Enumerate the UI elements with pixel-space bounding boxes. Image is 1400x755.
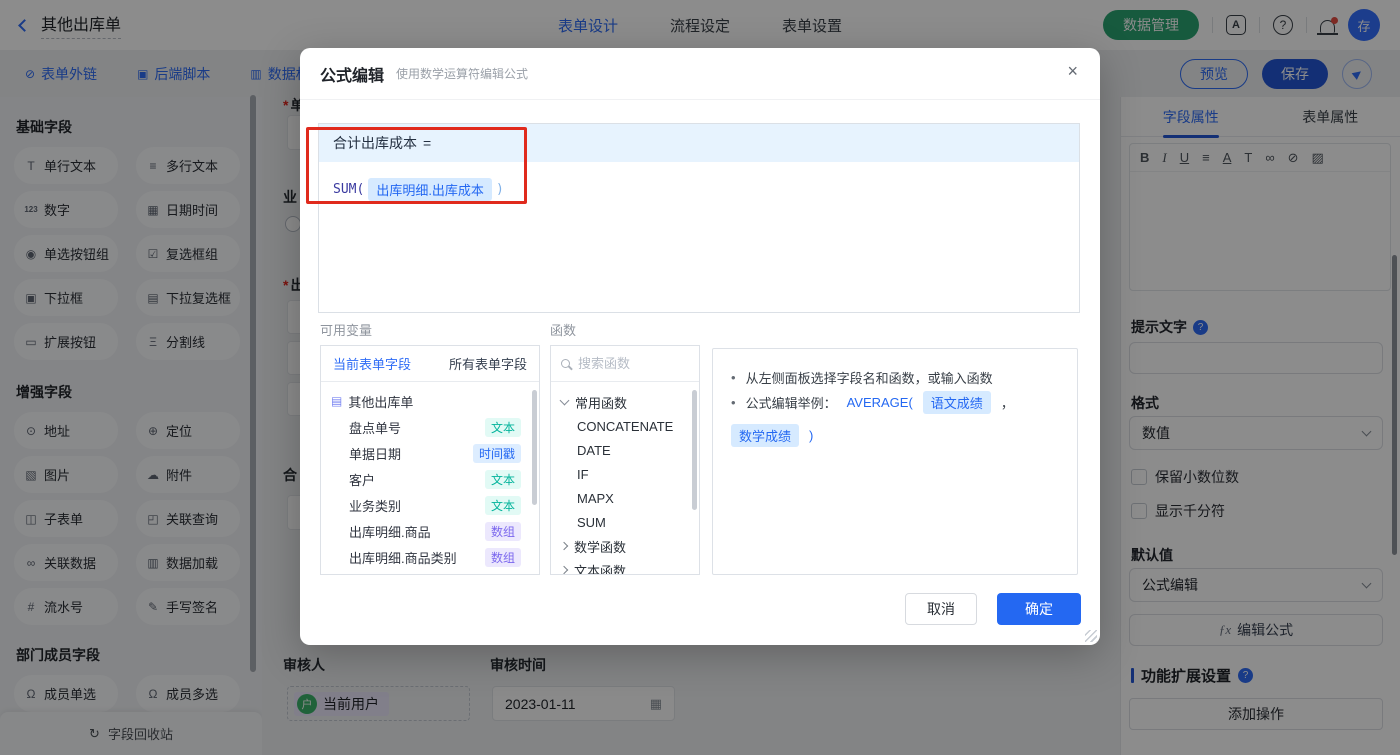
function-group-text[interactable]: 文本函数 bbox=[551, 558, 699, 575]
variable-name: 盘点单号 bbox=[349, 420, 402, 436]
formula-function-close: ) bbox=[495, 182, 504, 197]
function-item[interactable]: IF bbox=[551, 462, 699, 486]
function-name: IF bbox=[577, 466, 589, 482]
variables-scrollbar[interactable] bbox=[532, 390, 537, 505]
type-badge: 数组 bbox=[484, 547, 521, 567]
equals-sign: = bbox=[423, 135, 432, 151]
function-item[interactable]: SUM bbox=[551, 510, 699, 534]
example-function: AVERAGE( bbox=[846, 395, 913, 410]
variable-name: 出库明细.商品类别 bbox=[349, 550, 457, 566]
chevron-right-icon bbox=[559, 565, 569, 574]
variable-row[interactable]: 出库明细.商品类别 数组 bbox=[321, 544, 539, 570]
variable-name: 单据日期 bbox=[349, 446, 402, 462]
formula-help-panel: 从左侧面板选择字段名和函数，或输入函数 公式编辑举例：AVERAGE(语文成绩，… bbox=[712, 348, 1078, 575]
function-item[interactable]: DATE bbox=[551, 438, 699, 462]
group-label: 常用函数 bbox=[575, 395, 628, 411]
tree-root-row[interactable]: ▤ 其他出库单 bbox=[321, 388, 539, 414]
dialog-title: 公式编辑 bbox=[320, 67, 385, 85]
function-name: SUM bbox=[577, 514, 606, 530]
variables-panel: 当前表单字段 所有表单字段 ▤ 其他出库单 盘点单号 文本 单据日期 时间戳 客户文… bbox=[320, 345, 540, 575]
type-badge: 文本 bbox=[484, 417, 521, 437]
form-doc-icon: ▤ bbox=[331, 394, 343, 408]
variable-name: 客户 bbox=[349, 472, 376, 488]
variable-row[interactable]: 盘点单号 文本 bbox=[321, 414, 539, 440]
formula-field-token[interactable]: 出库明细.出库成本 bbox=[368, 178, 492, 201]
variable-row[interactable]: 业务类别 文本 bbox=[321, 492, 539, 518]
variable-row[interactable]: 单据日期 时间戳 bbox=[321, 440, 539, 466]
tab-all-form-fields[interactable]: 所有表单字段 bbox=[449, 354, 527, 373]
formula-edit-dialog: 公式编辑 使用数学运算符编辑公式 × 合计出库成本 = SUM( 出库明细.出库… bbox=[300, 48, 1100, 645]
function-name: MAPX bbox=[577, 490, 614, 506]
function-group-math[interactable]: 数学函数 bbox=[551, 534, 699, 558]
function-item[interactable]: CONCATENATE bbox=[551, 414, 699, 438]
variable-name: 业务类别 bbox=[349, 498, 402, 514]
help-line-1: 从左侧面板选择字段名和函数，或输入函数 bbox=[731, 363, 1059, 391]
variables-tree: ▤ 其他出库单 盘点单号 文本 单据日期 时间戳 客户 文本 业务类别 文本 出库明细.… bbox=[321, 382, 539, 570]
tab-current-form-fields[interactable]: 当前表单字段 bbox=[333, 354, 411, 373]
type-badge: 数组 bbox=[484, 521, 521, 541]
example-chip-1: 语文成绩 bbox=[922, 391, 991, 414]
function-search[interactable] bbox=[551, 346, 699, 382]
type-badge: 文本 bbox=[484, 495, 521, 515]
tree-root-label: 其他出库单 bbox=[348, 394, 414, 410]
variables-section-label: 可用变量 bbox=[320, 323, 373, 338]
variable-row[interactable]: 客户 文本 bbox=[321, 466, 539, 492]
variable-name: 出库明细.商品 bbox=[349, 524, 431, 540]
functions-tree: 常用函数 CONCATENATE DATE IF MAPX SUM 数学函数 文… bbox=[551, 382, 699, 575]
functions-section-label: 函数 bbox=[550, 323, 577, 338]
group-label: 数学函数 bbox=[574, 539, 627, 555]
type-badge: 时间戳 bbox=[472, 443, 521, 463]
help-line-2: 公式编辑举例：AVERAGE(语文成绩，数学成绩) bbox=[731, 391, 1059, 447]
functions-scrollbar[interactable] bbox=[692, 390, 697, 510]
close-icon[interactable]: × bbox=[1067, 62, 1078, 80]
functions-panel: 常用函数 CONCATENATE DATE IF MAPX SUM 数学函数 文… bbox=[550, 345, 700, 575]
chevron-down-icon bbox=[559, 395, 570, 406]
variable-row[interactable]: 出库明细.商品 数组 bbox=[321, 518, 539, 544]
formula-expression[interactable]: SUM( 出库明细.出库成本 ) bbox=[319, 162, 1079, 217]
chevron-right-icon bbox=[559, 541, 569, 551]
formula-editor[interactable]: 合计出库成本 = SUM( 出库明细.出库成本 ) bbox=[318, 123, 1080, 313]
search-icon bbox=[561, 359, 570, 368]
function-name: CONCATENATE bbox=[577, 418, 674, 434]
variables-tabs: 当前表单字段 所有表单字段 bbox=[321, 346, 539, 382]
function-item[interactable]: MAPX bbox=[551, 486, 699, 510]
formula-function-open: SUM( bbox=[333, 182, 365, 197]
example-chip-2: 数学成绩 bbox=[731, 424, 800, 447]
cancel-button[interactable]: 取消 bbox=[905, 593, 977, 625]
dialog-subtitle: 使用数学运算符编辑公式 bbox=[396, 67, 529, 81]
type-badge: 文本 bbox=[484, 469, 521, 489]
formula-target-row: 合计出库成本 = bbox=[319, 124, 1079, 162]
function-search-input[interactable] bbox=[578, 356, 678, 371]
group-label: 文本函数 bbox=[574, 563, 627, 575]
confirm-button[interactable]: 确定 bbox=[997, 593, 1081, 625]
formula-target-field: 合计出库成本 bbox=[333, 135, 417, 151]
function-group-common[interactable]: 常用函数 bbox=[551, 390, 699, 414]
function-name: DATE bbox=[577, 442, 611, 458]
dialog-header: 公式编辑 使用数学运算符编辑公式 bbox=[300, 48, 1100, 100]
